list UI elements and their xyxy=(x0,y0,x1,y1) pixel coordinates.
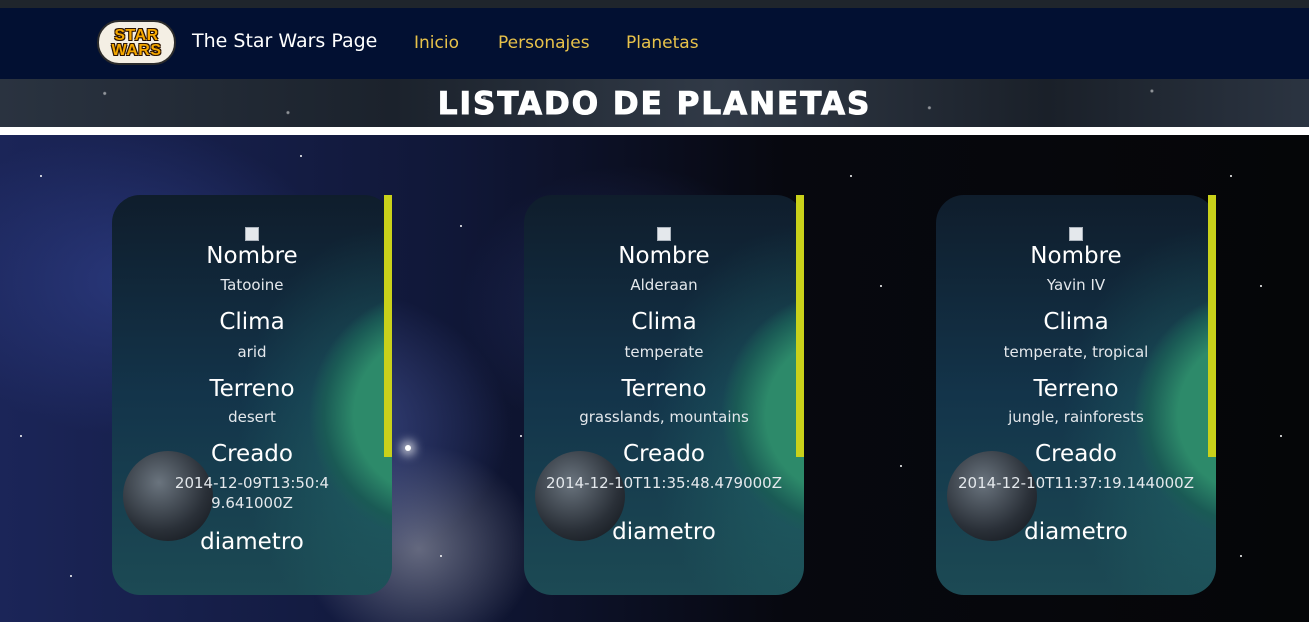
planet-created: 2014-12-10T11:35:48.479000Z xyxy=(545,474,782,492)
page-title: LISTADO DE PLANETAS xyxy=(437,86,872,123)
climate-label: Clima xyxy=(219,309,285,335)
planet-card: Nombre Alderaan Clima temperate Terreno … xyxy=(524,195,804,595)
planet-climate: temperate xyxy=(624,343,704,361)
nav-link-planetas[interactable]: Planetas xyxy=(626,33,699,53)
nav-link-personajes[interactable]: Personajes xyxy=(498,33,590,53)
name-label: Nombre xyxy=(618,243,710,269)
planet-terrain: desert xyxy=(228,408,276,426)
name-label: Nombre xyxy=(206,243,298,269)
diameter-label: diametro xyxy=(1024,519,1128,545)
planet-terrain: grasslands, mountains xyxy=(579,408,749,426)
navbar: STAR WARS The Star Wars Page Inicio Pers… xyxy=(0,8,1309,79)
logo-line-1: STAR xyxy=(114,26,159,44)
broken-image-icon xyxy=(1069,227,1083,241)
planet-name: Yavin IV xyxy=(1046,276,1106,294)
terrain-label: Terreno xyxy=(209,376,295,402)
broken-image-icon xyxy=(245,227,259,241)
broken-image-icon xyxy=(657,227,671,241)
brand-title[interactable]: The Star Wars Page xyxy=(192,30,377,52)
created-label: Creado xyxy=(623,441,705,467)
planet-card: Nombre Tatooine Clima arid Terreno deser… xyxy=(112,195,392,595)
terrain-label: Terreno xyxy=(621,376,707,402)
planet-climate: temperate, tropical xyxy=(1003,343,1149,361)
nav-link-inicio[interactable]: Inicio xyxy=(414,33,459,53)
terrain-label: Terreno xyxy=(1033,376,1119,402)
card-scrollbar[interactable] xyxy=(796,195,804,457)
planet-terrain: jungle, rainforests xyxy=(1008,408,1144,426)
page-banner: LISTADO DE PLANETAS xyxy=(0,79,1309,127)
browser-top-strip xyxy=(0,0,1309,8)
climate-label: Clima xyxy=(631,309,697,335)
banner-divider xyxy=(0,127,1309,135)
planet-created: 2014-12-10T11:37:19.144000Z xyxy=(957,474,1194,492)
created-label: Creado xyxy=(1035,441,1117,467)
planet-name: Alderaan xyxy=(630,276,698,294)
planet-climate: arid xyxy=(237,343,267,361)
climate-label: Clima xyxy=(1043,309,1109,335)
logo-line-2: WARS xyxy=(111,41,162,59)
diameter-label: diametro xyxy=(612,519,716,545)
planet-card: Nombre Yavin IV Clima temperate, tropica… xyxy=(936,195,1216,595)
planet-created: 2014-12-09T13:50:49.641000Z xyxy=(174,474,330,512)
diameter-label: diametro xyxy=(200,529,304,555)
name-label: Nombre xyxy=(1030,243,1122,269)
planet-name: Tatooine xyxy=(220,276,284,294)
star-wars-logo[interactable]: STAR WARS xyxy=(97,20,176,65)
card-scrollbar[interactable] xyxy=(1208,195,1216,457)
card-scrollbar[interactable] xyxy=(384,195,392,457)
created-label: Creado xyxy=(211,441,293,467)
